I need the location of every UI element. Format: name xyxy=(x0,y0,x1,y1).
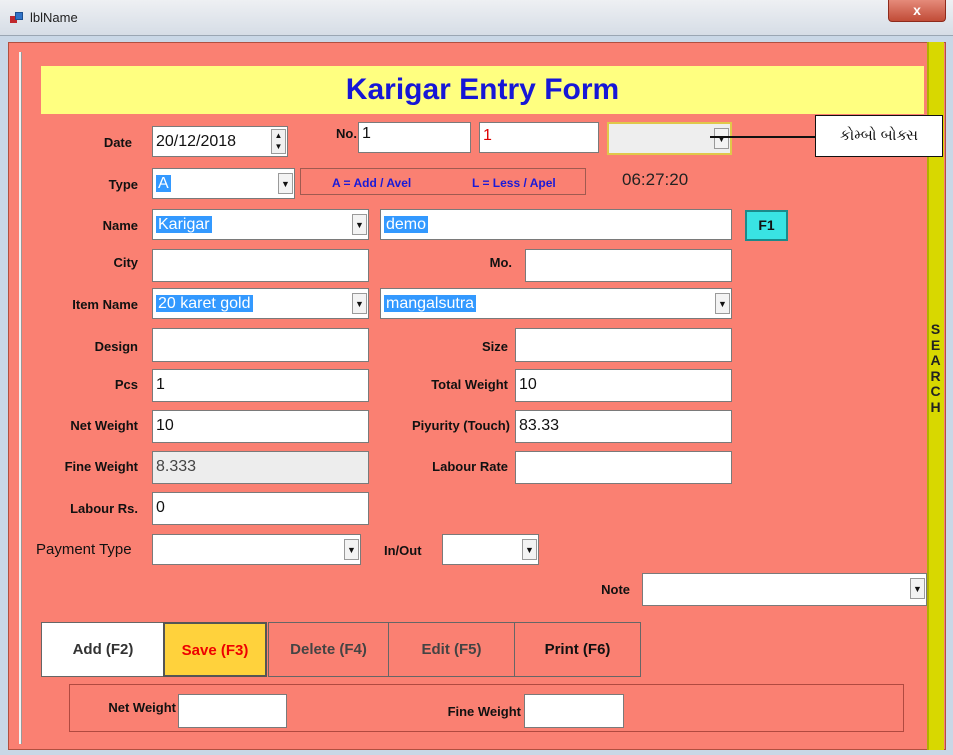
edit-button[interactable]: Edit (F5) xyxy=(388,622,515,677)
item-detail-value: mangalsutra xyxy=(384,295,477,312)
chevron-down-icon[interactable]: ▼ xyxy=(910,578,925,599)
labour-rs-label: Labour Rs. xyxy=(70,501,138,516)
summary-net-weight-field[interactable] xyxy=(178,694,287,728)
chevron-down-icon[interactable]: ▼ xyxy=(344,539,359,560)
name-detail-value: demo xyxy=(384,216,429,233)
total-weight-label: Total Weight xyxy=(431,377,508,392)
spin-updown-icon[interactable]: ▲ ▼ xyxy=(271,129,286,154)
search-letter: H xyxy=(930,398,941,415)
size-input[interactable] xyxy=(515,328,732,362)
no-field-secondary[interactable]: 1 xyxy=(479,122,599,153)
total-weight-input[interactable]: 10 xyxy=(515,369,732,402)
search-label[interactable]: S E A R C H xyxy=(927,321,944,415)
left-divider xyxy=(19,52,22,744)
combo-box-callout: કોમ્બો બોક્સ xyxy=(815,115,943,157)
search-letter: R xyxy=(930,367,941,384)
app-window-icon xyxy=(10,12,23,24)
chevron-down-icon[interactable]: ▼ xyxy=(715,293,730,314)
item-name-value: 20 karet gold xyxy=(156,295,253,312)
chevron-down-icon[interactable]: ▼ xyxy=(352,214,367,235)
window-titlebar: lblName x xyxy=(0,0,953,36)
chevron-down-icon[interactable]: ▼ xyxy=(278,173,293,194)
type-select[interactable]: A ▼ xyxy=(152,168,295,199)
callout-pointer xyxy=(710,136,815,138)
search-letter: C xyxy=(930,383,941,399)
name-label: Name xyxy=(102,218,138,233)
piyurity-label: Piyurity (Touch) xyxy=(412,418,510,433)
search-letter: A xyxy=(930,352,941,368)
fine-weight-label: Fine Weight xyxy=(64,459,138,474)
date-label: Date xyxy=(103,135,132,150)
summary-net-weight-label: Net Weight xyxy=(108,700,176,715)
summary-fine-weight-label: Fine Weight xyxy=(447,704,521,719)
design-label: Design xyxy=(94,339,138,354)
mo-label: Mo. xyxy=(489,255,512,270)
net-weight-input[interactable]: 10 xyxy=(152,410,369,443)
size-label: Size xyxy=(481,339,508,354)
name-select[interactable]: Karigar ▼ xyxy=(152,209,369,240)
labour-rs-input[interactable]: 0 xyxy=(152,492,369,525)
print-button[interactable]: Print (F6) xyxy=(514,622,641,677)
in-out-select[interactable]: ▼ xyxy=(442,534,539,565)
piyurity-input[interactable]: 83.33 xyxy=(515,410,732,443)
save-button[interactable]: Save (F3) xyxy=(163,622,267,677)
pcs-input[interactable]: 1 xyxy=(152,369,369,402)
labour-rate-label: Labour Rate xyxy=(432,459,508,474)
chevron-down-icon[interactable]: ▼ xyxy=(522,539,537,560)
chevron-down-icon[interactable]: ▼ xyxy=(352,293,367,314)
f1-button[interactable]: F1 xyxy=(745,210,788,241)
chevron-down-icon[interactable]: ▼ xyxy=(714,128,729,149)
search-letter: S xyxy=(930,321,941,337)
date-picker[interactable]: 20/12/2018 ▲ ▼ xyxy=(152,126,288,157)
payment-type-select[interactable]: ▼ xyxy=(152,534,361,565)
date-value: 20/12/2018 xyxy=(156,133,237,150)
payment-type-label: Payment Type xyxy=(36,541,132,558)
no-label: No. xyxy=(336,126,357,141)
item-name-label: Item Name xyxy=(72,297,138,312)
no-field[interactable]: 1 xyxy=(358,122,471,153)
pcs-label: Pcs xyxy=(114,377,138,392)
design-input[interactable] xyxy=(152,328,369,362)
legend-add: A = Add / Avel xyxy=(332,176,412,190)
type-label: Type xyxy=(108,177,138,192)
type-value: A xyxy=(156,175,171,192)
name-value: Karigar xyxy=(156,216,212,233)
fine-weight-field: 8.333 xyxy=(152,451,369,484)
summary-fine-weight-field[interactable] xyxy=(524,694,624,728)
item-name-select[interactable]: 20 karet gold ▼ xyxy=(152,288,369,319)
in-out-label: In/Out xyxy=(384,543,422,558)
search-letter: E xyxy=(930,336,941,353)
legend-less: L = Less / Apel xyxy=(472,176,556,190)
note-select[interactable]: ▼ xyxy=(642,573,927,606)
labour-rate-input[interactable] xyxy=(515,451,732,484)
mobile-input[interactable] xyxy=(525,249,732,282)
window-title: lblName xyxy=(30,10,78,25)
note-label: Note xyxy=(601,582,630,597)
net-weight-label: Net Weight xyxy=(70,418,138,433)
city-input[interactable] xyxy=(152,249,369,282)
form-heading: Karigar Entry Form xyxy=(41,66,924,114)
name-detail-field[interactable]: demo xyxy=(380,209,732,240)
close-button[interactable]: x xyxy=(888,0,946,22)
city-label: City xyxy=(113,255,138,270)
clock-time: 06:27:20 xyxy=(622,170,689,189)
item-detail-select[interactable]: mangalsutra ▼ xyxy=(380,288,732,319)
add-button[interactable]: Add (F2) xyxy=(41,622,165,677)
delete-button[interactable]: Delete (F4) xyxy=(268,622,389,677)
combo-box[interactable]: ▼ xyxy=(607,122,732,155)
